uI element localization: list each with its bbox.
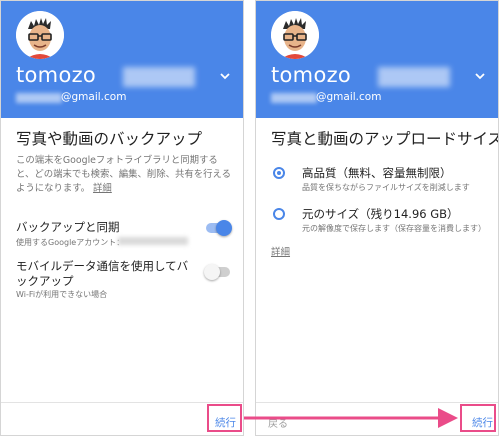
avatar-illustration bbox=[16, 11, 64, 59]
email-redaction bbox=[271, 93, 317, 103]
upload-size-screen: tomozo @gmail.com 写真と動画のアップロードサイズ 高品質（無料… bbox=[255, 0, 499, 436]
footer-divider bbox=[1, 402, 243, 403]
original-size-label: 元のサイズ（残り14.96 GB） bbox=[302, 207, 459, 221]
account-header: tomozo @gmail.com bbox=[256, 1, 498, 118]
account-email: @gmail.com bbox=[61, 91, 127, 103]
page-title: 写真と動画のアップロードサイズ bbox=[271, 130, 499, 148]
account-email: @gmail.com bbox=[316, 91, 382, 103]
back-button[interactable]: 戻る bbox=[268, 415, 288, 430]
account-name: tomozo bbox=[16, 63, 97, 87]
backup-sync-toggle[interactable] bbox=[204, 219, 232, 237]
details-link[interactable]: 詳細 bbox=[93, 183, 112, 194]
mobile-data-toggle[interactable] bbox=[204, 263, 232, 281]
description-text: この端末をGoogleフォトライブラリと同期すると、どの端末でも検索、編集、削除… bbox=[16, 155, 231, 194]
high-quality-radio[interactable] bbox=[273, 167, 285, 179]
footer-divider bbox=[256, 402, 498, 403]
account-header: tomozo @gmail.com bbox=[1, 1, 243, 118]
high-quality-sub: 品質を保ちながらファイルサイズを削減します bbox=[302, 183, 470, 192]
chevron-down-icon[interactable] bbox=[219, 71, 231, 81]
high-quality-label: 高品質（無料、容量無制限） bbox=[302, 166, 452, 180]
backup-sync-label: バックアップと同期 bbox=[16, 220, 120, 234]
backup-description: この端末をGoogleフォトライブラリと同期すると、どの端末でも検索、編集、削除… bbox=[16, 154, 231, 196]
backup-setup-screen: tomozo @gmail.com 写真や動画のバックアップ この端末をGoog… bbox=[0, 0, 244, 436]
mobile-data-sub: Wi-Fiが利用できない場合 bbox=[16, 290, 108, 299]
continue-highlight-box bbox=[460, 404, 496, 432]
account-name: tomozo bbox=[271, 63, 352, 87]
mobile-data-label: モバイルデータ通信を使用してバックアップ bbox=[16, 259, 189, 288]
account-name-redaction bbox=[123, 67, 195, 87]
account-name-redaction bbox=[378, 67, 450, 87]
continue-highlight-box bbox=[207, 404, 242, 432]
original-size-sub: 元の解像度で保存します（保存容量を消費します） bbox=[302, 224, 486, 233]
avatar bbox=[271, 11, 319, 59]
email-redaction bbox=[16, 93, 62, 103]
chevron-down-icon[interactable] bbox=[474, 71, 486, 81]
account-redaction bbox=[118, 237, 188, 245]
page-title: 写真や動画のバックアップ bbox=[16, 130, 203, 148]
details-link[interactable]: 詳細 bbox=[271, 244, 290, 258]
avatar bbox=[16, 11, 64, 59]
original-size-radio[interactable] bbox=[273, 208, 285, 220]
avatar-illustration bbox=[271, 11, 319, 59]
backup-account-label: 使用するGoogleアカウント： bbox=[16, 238, 125, 247]
